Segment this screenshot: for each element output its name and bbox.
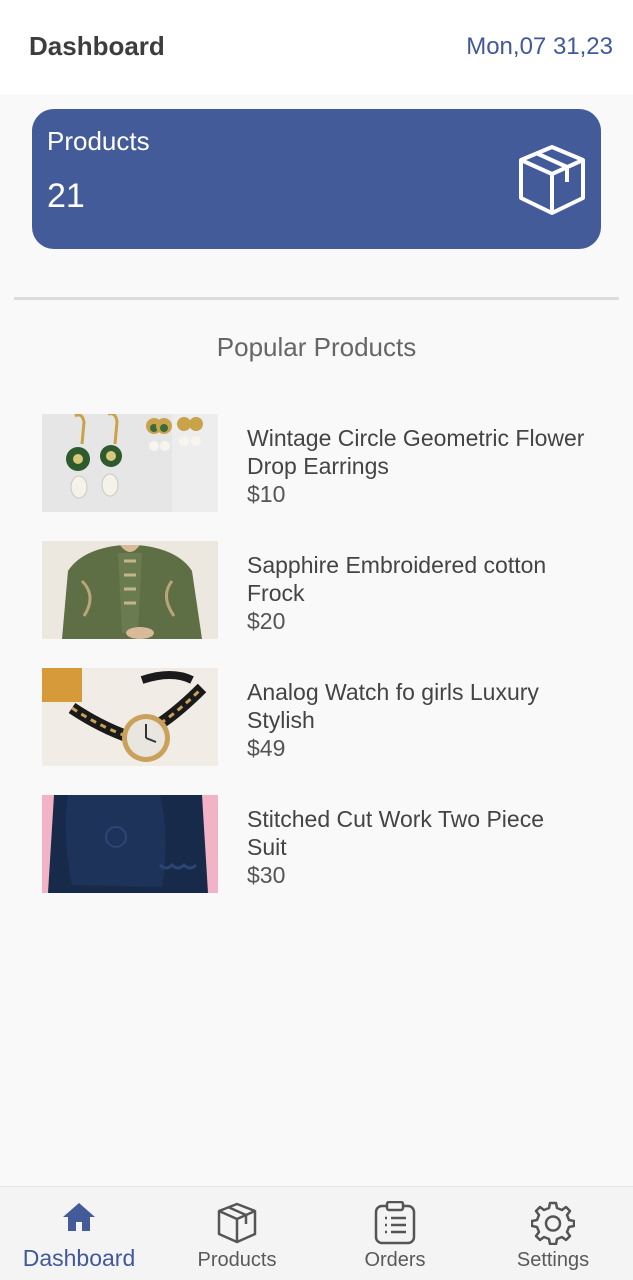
product-item[interactable]: Analog Watch fo girls Luxury Stylish $49 xyxy=(42,668,602,766)
nav-settings[interactable]: Settings xyxy=(474,1187,632,1280)
nav-orders[interactable]: Orders xyxy=(316,1187,474,1280)
product-image xyxy=(42,668,218,766)
box-icon xyxy=(519,145,585,215)
product-price: $49 xyxy=(247,735,286,761)
product-price: $10 xyxy=(247,481,286,507)
stat-label: Products xyxy=(47,126,150,156)
box-icon xyxy=(217,1202,257,1244)
nav-products[interactable]: Products xyxy=(158,1187,316,1280)
product-name: Sapphire Embroidered cotton Frock xyxy=(247,552,547,606)
app-header: Dashboard Mon,07 31,23 xyxy=(0,0,633,95)
header-date: Mon,07 31,23 xyxy=(466,33,613,60)
nav-label: Settings xyxy=(516,1249,590,1271)
stat-value: 21 xyxy=(47,177,85,215)
home-icon xyxy=(63,1203,95,1231)
product-name: Wintage Circle Geometric Flower Drop Ear… xyxy=(247,425,585,479)
nav-label: Products xyxy=(197,1249,277,1271)
nav-dashboard[interactable]: Dashboard xyxy=(0,1187,158,1280)
product-price: $20 xyxy=(247,608,286,634)
nav-label: Dashboard xyxy=(22,1245,136,1271)
product-item[interactable]: Wintage Circle Geometric Flower Drop Ear… xyxy=(42,414,602,512)
product-name: Stitched Cut Work Two Piece Suit xyxy=(247,806,545,860)
product-item[interactable]: Sapphire Embroidered cotton Frock $20 xyxy=(42,541,602,639)
product-price: $30 xyxy=(247,862,286,888)
page-title: Dashboard xyxy=(29,31,165,61)
section-title: Popular Products xyxy=(216,332,417,362)
product-image xyxy=(42,795,218,893)
bottom-navigation: Dashboard Products Orders Settings xyxy=(0,1186,633,1280)
popular-products-list: Wintage Circle Geometric Flower Drop Ear… xyxy=(42,414,602,922)
nav-label: Orders xyxy=(364,1249,426,1271)
products-stat-card[interactable]: Products 21 xyxy=(32,109,601,249)
product-image xyxy=(42,541,218,639)
product-image xyxy=(42,414,218,512)
orders-icon xyxy=(374,1201,416,1245)
product-name: Analog Watch fo girls Luxury Stylish xyxy=(247,679,539,733)
gear-icon xyxy=(531,1201,575,1245)
divider xyxy=(14,297,619,300)
product-item[interactable]: Stitched Cut Work Two Piece Suit $30 xyxy=(42,795,602,893)
